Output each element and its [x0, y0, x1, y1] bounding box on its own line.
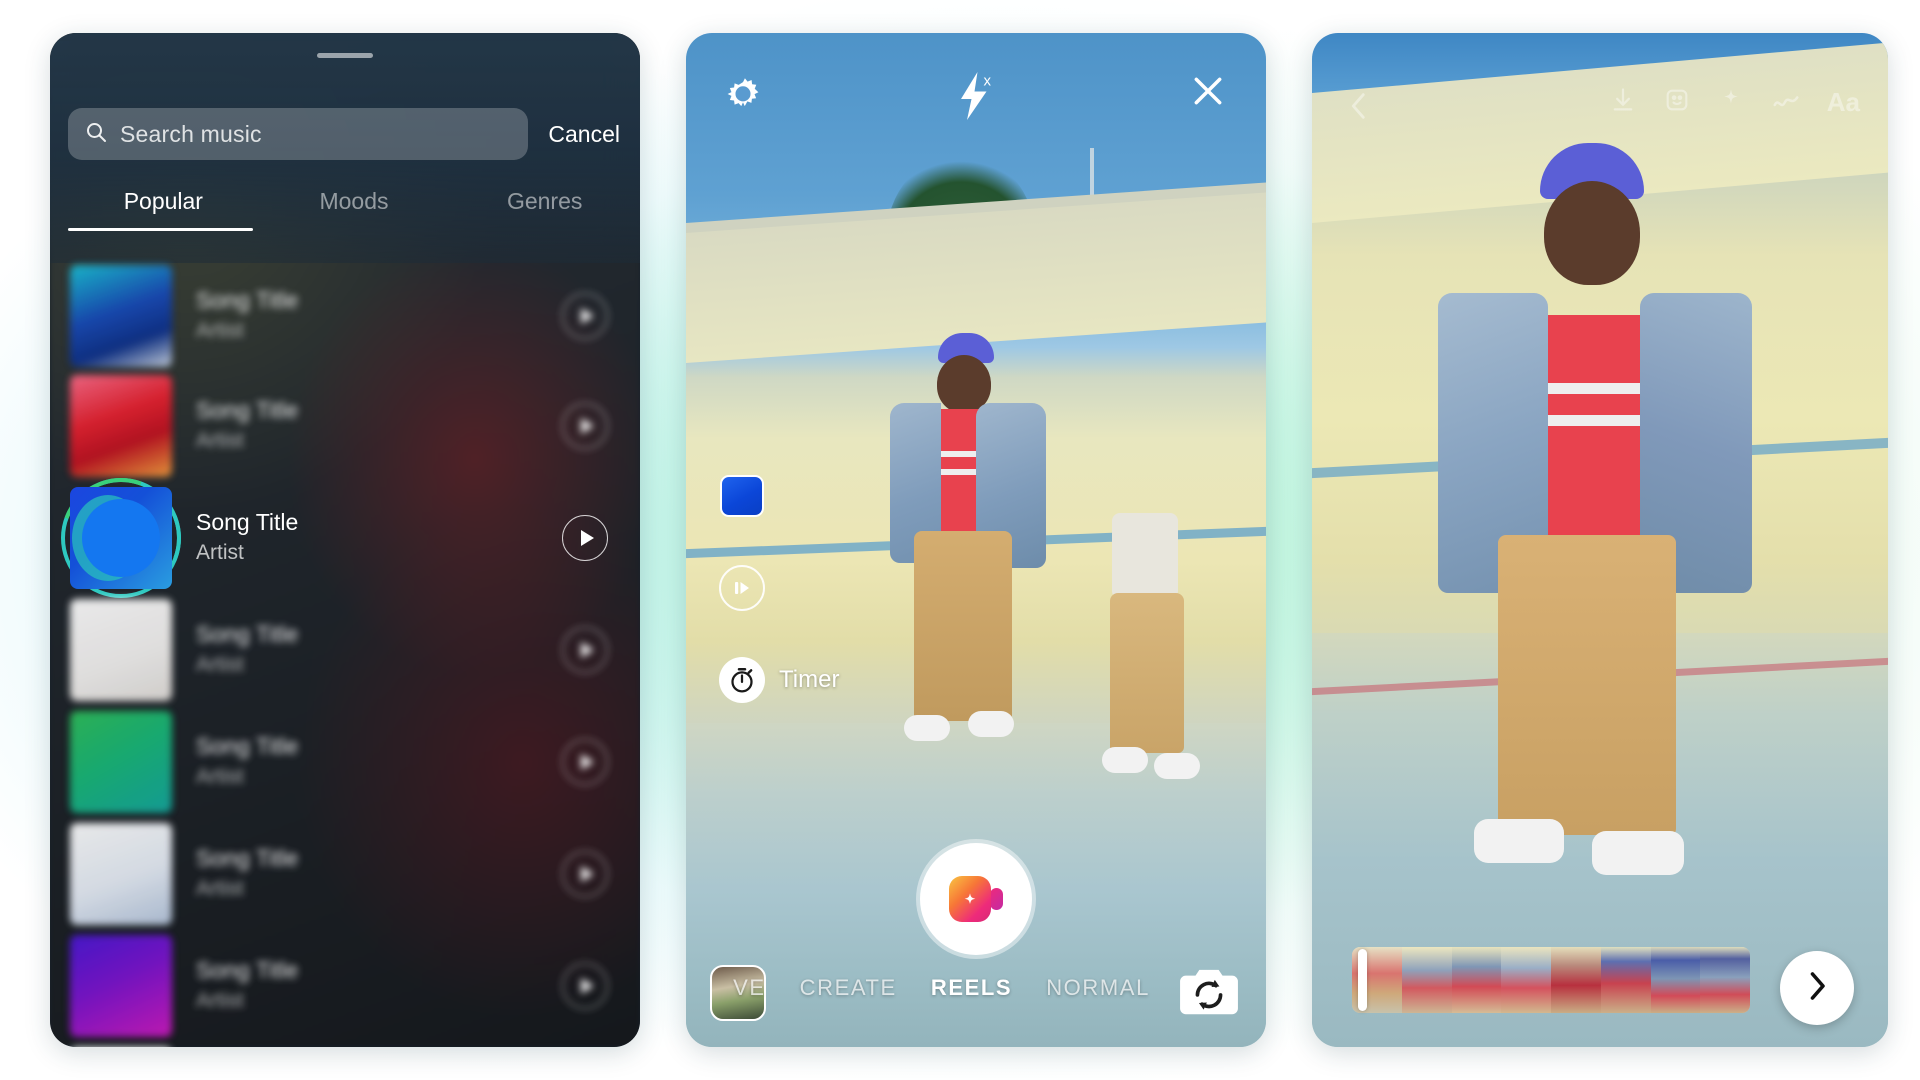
- svg-text:x: x: [984, 73, 992, 90]
- timeline-frame: [1451, 947, 1502, 1013]
- chevron-right-icon: [1801, 968, 1833, 1009]
- song-text: Song Title Artist: [196, 955, 298, 1016]
- list-item[interactable]: Song Title Artist: [70, 1043, 622, 1047]
- play-icon[interactable]: [562, 851, 608, 897]
- scene-dancer-closeup: [1402, 143, 1802, 943]
- close-icon[interactable]: [1188, 71, 1228, 116]
- scene-dancer-second: [1078, 503, 1238, 833]
- camera-top-bar: x: [686, 71, 1266, 133]
- song-artist: Artist: [196, 765, 244, 789]
- play-icon[interactable]: [562, 627, 608, 673]
- song-text: Song Title Artist: [196, 507, 298, 568]
- music-picker-panel: Search music Cancel Popular Moods Genres…: [50, 33, 640, 1047]
- flip-camera-icon[interactable]: [1178, 966, 1240, 1025]
- song-artist: Artist: [196, 877, 244, 901]
- album-art: [70, 375, 172, 477]
- tool-timer[interactable]: Timer: [719, 657, 979, 703]
- song-artist: Artist: [196, 319, 244, 343]
- preview-tool-row: Aa: [1609, 85, 1860, 120]
- music-album-chip-icon: [719, 473, 765, 519]
- tool-timer-label: Timer: [779, 666, 840, 693]
- preview-video: [1312, 33, 1888, 1047]
- song-artist: Artist: [196, 541, 244, 565]
- play-icon[interactable]: [562, 739, 608, 785]
- list-item[interactable]: Song Title Artist: [70, 819, 622, 929]
- song-title: Song Title: [196, 957, 299, 984]
- camera-tool-rail: Timer: [719, 473, 979, 749]
- search-placeholder: Search music: [120, 120, 262, 147]
- song-artist: Artist: [196, 429, 244, 453]
- song-text: Song Title Artist: [196, 395, 298, 456]
- flash-off-icon[interactable]: x: [952, 69, 1000, 128]
- shutter-button[interactable]: [920, 843, 1032, 955]
- album-art: [70, 823, 172, 925]
- tab-popular[interactable]: Popular: [68, 188, 259, 231]
- search-input[interactable]: Search music: [68, 108, 529, 160]
- chevron-left-icon[interactable]: [1344, 89, 1374, 128]
- tool-music[interactable]: [719, 473, 979, 519]
- song-text: Song Title Artist: [196, 619, 298, 680]
- effects-sparkle-icon[interactable]: [1717, 85, 1745, 120]
- timeline-frame: [1501, 947, 1551, 1013]
- song-artist: Artist: [196, 989, 244, 1013]
- list-item[interactable]: Song Title Artist: [70, 261, 622, 371]
- play-icon[interactable]: [562, 403, 608, 449]
- tab-moods[interactable]: Moods: [259, 188, 450, 231]
- play-icon[interactable]: [562, 293, 608, 339]
- song-artist: Artist: [196, 653, 244, 677]
- play-icon[interactable]: [562, 963, 608, 1009]
- song-title: Song Title: [196, 621, 299, 648]
- tab-genres[interactable]: Genres: [449, 188, 640, 231]
- mode-live[interactable]: VE: [733, 975, 766, 1001]
- album-art: [70, 265, 172, 367]
- reels-record-icon: [949, 876, 1003, 922]
- song-title: Song Title: [196, 287, 299, 314]
- album-art-selected: [61, 478, 181, 598]
- reels-camera-panel: x Timer VE CREATE REELS NORMAL: [686, 33, 1266, 1047]
- list-item[interactable]: Song Title Artist: [70, 371, 622, 481]
- tool-speed[interactable]: [719, 565, 979, 611]
- mode-reels[interactable]: REELS: [931, 975, 1012, 1001]
- music-tabs: Popular Moods Genres: [68, 188, 640, 231]
- timeline-frame: [1551, 947, 1601, 1013]
- timeline-frame: [1600, 947, 1651, 1013]
- speed-icon: [719, 565, 765, 611]
- song-title: Song Title: [196, 845, 299, 872]
- sticker-icon[interactable]: [1663, 85, 1691, 120]
- mode-normal[interactable]: NORMAL: [1046, 975, 1150, 1001]
- list-item[interactable]: Song Title Artist: [70, 595, 622, 705]
- play-icon[interactable]: [562, 515, 608, 561]
- song-text: Song Title Artist: [196, 285, 298, 346]
- trim-handle[interactable]: [1358, 949, 1367, 1011]
- sheet-grabber-handle[interactable]: [317, 53, 373, 58]
- song-title: Song Title: [196, 509, 299, 536]
- album-art: [70, 599, 172, 701]
- list-item[interactable]: Song Title Artist: [70, 707, 622, 817]
- search-icon: [84, 120, 108, 149]
- timer-icon: [719, 657, 765, 703]
- mode-create[interactable]: CREATE: [800, 975, 897, 1001]
- list-item-selected[interactable]: Song Title Artist: [61, 478, 622, 598]
- song-title: Song Title: [196, 733, 299, 760]
- song-text: Song Title Artist: [196, 843, 298, 904]
- timeline-frame: [1401, 947, 1452, 1013]
- gear-icon[interactable]: [722, 73, 764, 120]
- song-title: Song Title: [196, 397, 299, 424]
- timeline-frame: [1650, 947, 1701, 1013]
- cancel-button[interactable]: Cancel: [542, 117, 626, 152]
- video-timeline[interactable]: [1352, 947, 1750, 1013]
- draw-icon[interactable]: [1771, 85, 1801, 120]
- next-button[interactable]: [1780, 951, 1854, 1025]
- song-list[interactable]: Song Title Artist Song Title Artist Song…: [50, 261, 640, 1047]
- timeline-frame: [1700, 947, 1750, 1013]
- album-art: [70, 935, 172, 1037]
- reel-preview-panel: Aa: [1312, 33, 1888, 1047]
- text-tool-icon[interactable]: Aa: [1827, 87, 1860, 118]
- preview-top-bar: Aa: [1312, 83, 1888, 133]
- song-text: Song Title Artist: [196, 731, 298, 792]
- download-icon[interactable]: [1609, 85, 1637, 120]
- list-item[interactable]: Song Title Artist: [70, 931, 622, 1041]
- search-row: Search music Cancel: [68, 108, 626, 160]
- album-art: [70, 711, 172, 813]
